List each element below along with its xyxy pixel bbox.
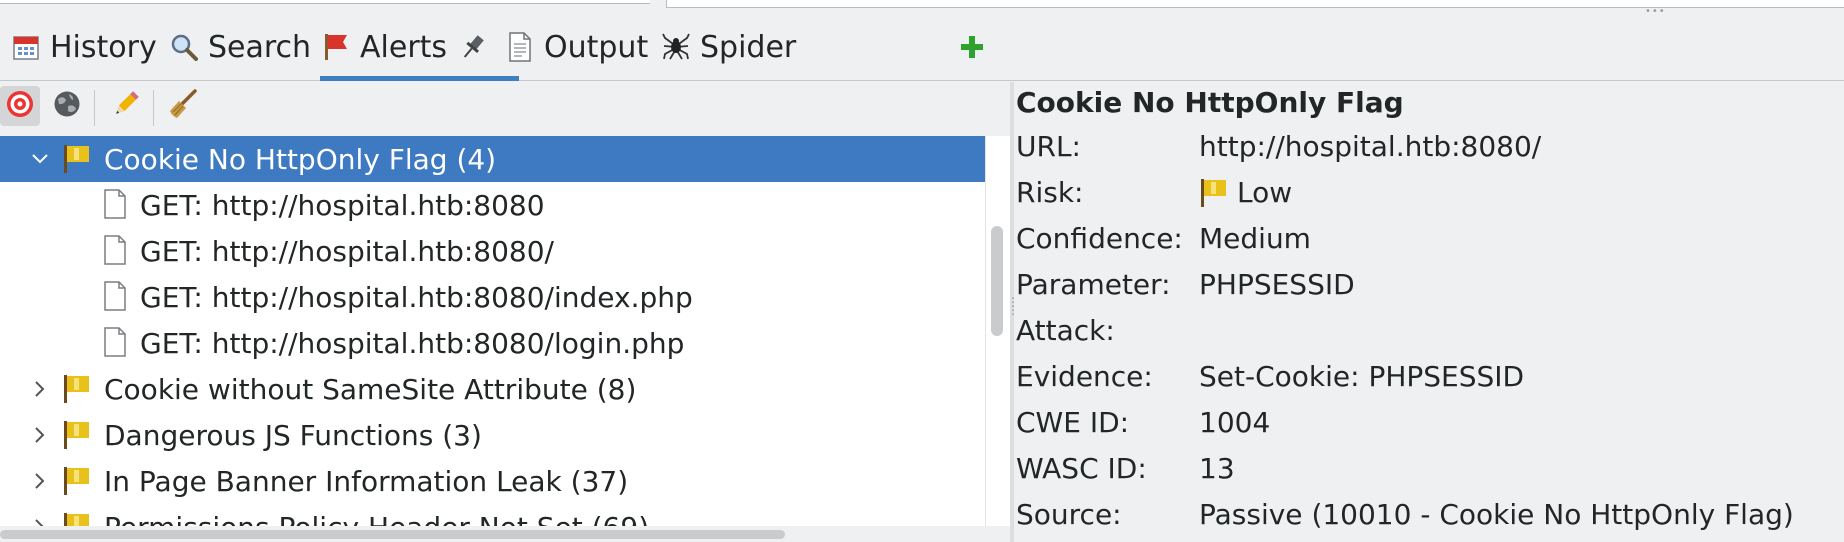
panel-splitter[interactable]: ⋮ ⋮ — [1007, 82, 1019, 542]
detail-key: Evidence: — [1016, 360, 1153, 393]
tab-label: Alerts — [360, 29, 448, 65]
alerts-toolbar — [0, 82, 1010, 134]
top-panel-edge: ••• — [0, 0, 1844, 17]
scope-filter-button[interactable] — [0, 86, 40, 126]
detail-key: WASC ID: — [1016, 452, 1147, 485]
globe-icon — [52, 89, 82, 123]
tab-label: Spider — [700, 29, 797, 65]
tree-vertical-scrollbar[interactable] — [985, 136, 1011, 526]
detail-key: Confidence: — [1016, 222, 1183, 255]
document-icon — [103, 235, 127, 272]
tree-group-cookie-samesite[interactable]: Cookie without SameSite Attribute (8) — [0, 366, 985, 412]
yellow-flag-icon — [62, 373, 92, 412]
tree-group-cookie-no-httponly[interactable]: Cookie No HttpOnly Flag (4) — [0, 136, 985, 182]
yellow-flag-icon — [62, 143, 92, 182]
scrollbar-thumb[interactable] — [0, 530, 785, 539]
detail-key: Parameter: — [1016, 268, 1171, 301]
tree-item[interactable]: GET: http://hospital.htb:8080/index.php — [0, 274, 985, 320]
tab-alerts[interactable]: Alerts — [320, 14, 520, 81]
chevron-right-icon[interactable] — [30, 471, 50, 491]
clear-alerts-button[interactable] — [163, 86, 203, 126]
tree-group-label: Cookie without SameSite Attribute (8) — [104, 372, 637, 406]
alerts-tree[interactable]: Cookie No HttpOnly Flag (4) GET: http://… — [0, 136, 985, 526]
tab-output[interactable]: Output — [504, 14, 648, 80]
tree-group-label: Permissions Policy Header Not Set (69) — [104, 511, 649, 527]
detail-value: Medium — [1199, 222, 1311, 255]
tab-label: History — [50, 29, 157, 65]
tab-spider[interactable]: Spider — [660, 14, 796, 80]
detail-value: Passive (10010 - Cookie No HttpOnly Flag… — [1199, 498, 1794, 531]
plus-icon — [956, 31, 988, 63]
alert-title: Cookie No HttpOnly Flag — [1016, 86, 1404, 119]
tab-label: Output — [544, 29, 649, 65]
document-icon — [103, 189, 127, 226]
detail-key: Source: — [1016, 498, 1122, 531]
detail-key: CWE ID: — [1016, 406, 1130, 439]
chevron-right-icon[interactable] — [30, 379, 50, 399]
tree-item-label: GET: http://hospital.htb:8080 — [140, 188, 545, 222]
tree-item[interactable]: GET: http://hospital.htb:8080 — [0, 182, 985, 228]
tree-group-dangerous-js[interactable]: Dangerous JS Functions (3) — [0, 412, 985, 458]
magnifier-icon — [168, 31, 200, 63]
tab-bar: History Search Alerts Output Spider — [0, 14, 1844, 81]
document-icon — [103, 327, 127, 364]
detail-value: http://hospital.htb:8080/ — [1199, 130, 1542, 163]
document-icon — [103, 281, 127, 318]
tab-label: Search — [208, 29, 312, 65]
detail-value: 1004 — [1199, 406, 1271, 439]
detail-value: Low — [1199, 176, 1292, 209]
tree-item[interactable]: GET: http://hospital.htb:8080/login.php — [0, 320, 985, 366]
tree-item-label: GET: http://hospital.htb:8080/ — [140, 234, 554, 268]
tree-item-label: GET: http://hospital.htb:8080/login.php — [140, 326, 685, 360]
spider-icon — [660, 31, 692, 63]
top-left-field — [0, 0, 650, 4]
toolbar-separator — [153, 90, 154, 126]
tab-history[interactable]: History — [10, 14, 157, 80]
detail-value: 13 — [1199, 452, 1235, 485]
tree-item[interactable]: GET: http://hospital.htb:8080/ — [0, 228, 985, 274]
toolbar-separator — [94, 90, 95, 126]
pencil-icon — [111, 89, 141, 123]
detail-key: Attack: — [1016, 314, 1115, 347]
yellow-flag-icon — [1201, 178, 1226, 207]
yellow-flag-icon — [62, 419, 92, 458]
pin-icon[interactable] — [457, 31, 489, 63]
chevron-down-icon[interactable] — [30, 149, 50, 169]
detail-value: PHPSESSID — [1199, 268, 1355, 301]
tree-group-banner-leak[interactable]: In Page Banner Information Leak (37) — [0, 458, 985, 504]
tree-item-label: GET: http://hospital.htb:8080/index.php — [140, 280, 693, 314]
scrollbar-thumb[interactable] — [991, 226, 1003, 336]
add-tab-button[interactable] — [956, 14, 996, 80]
edit-alert-button[interactable] — [106, 86, 146, 126]
detail-value: Set-Cookie: PHPSESSID — [1199, 360, 1525, 393]
tree-group-label: Cookie No HttpOnly Flag (4) — [104, 142, 497, 176]
alert-details-panel: Cookie No HttpOnly Flag URL: http://hosp… — [1015, 82, 1844, 542]
chevron-right-icon[interactable] — [30, 425, 50, 445]
red-flag-icon — [320, 31, 352, 63]
detail-key: Risk: — [1016, 176, 1084, 209]
tree-group-label: Dangerous JS Functions (3) — [104, 418, 482, 452]
calendar-icon — [10, 31, 42, 63]
link-alerts-button[interactable] — [47, 86, 87, 126]
detail-key: URL: — [1016, 130, 1081, 163]
top-right-field — [666, 0, 1844, 8]
tree-group-label: In Page Banner Information Leak (37) — [104, 464, 629, 498]
yellow-flag-icon — [62, 511, 92, 526]
target-icon — [5, 89, 35, 123]
tab-search[interactable]: Search — [168, 14, 311, 80]
tree-group-permissions-policy[interactable]: Permissions Policy Header Not Set (69) — [0, 504, 985, 526]
document-icon — [504, 31, 536, 63]
broom-icon — [167, 88, 199, 124]
yellow-flag-icon — [62, 465, 92, 504]
chevron-right-icon[interactable] — [30, 517, 50, 526]
tree-horizontal-scrollbar[interactable] — [0, 526, 1010, 542]
